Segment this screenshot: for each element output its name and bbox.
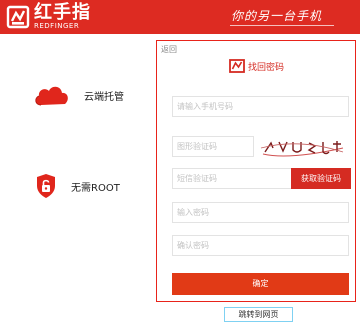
brand-name-en: REDFINGER: [34, 22, 80, 30]
feature-label-root: 无需ROOT: [71, 182, 120, 194]
sms-code-input[interactable]: [172, 168, 301, 189]
brand-logo[interactable]: 红手指 REDFINGER: [6, 2, 91, 32]
slogan: 你的另一台手机: [231, 9, 323, 23]
confirm-password-input[interactable]: [172, 235, 349, 256]
reset-password-panel: 返回 找回密码 获取验证码 确定: [156, 40, 356, 302]
phone-input[interactable]: [172, 96, 349, 117]
header-bar: 红手指 REDFINGER 你的另一台手机: [0, 0, 360, 34]
panel-title-wrap: 找回密码: [229, 59, 284, 73]
page: 红手指 REDFINGER 你的另一台手机 云端托管 无需ROOT 返回 找回密…: [0, 0, 360, 326]
brand-name-cn: 红手指: [34, 2, 91, 23]
reset-password-icon: [229, 59, 245, 73]
brand-text: 红手指 REDFINGER: [34, 4, 91, 30]
captcha-input[interactable]: [172, 136, 254, 157]
cloud-icon: [35, 86, 68, 106]
get-sms-code-button[interactable]: 获取验证码: [291, 168, 351, 189]
unlock-shield-icon: [37, 174, 55, 198]
jump-to-web-button[interactable]: 跳转到网页: [224, 307, 293, 322]
captcha-image[interactable]: [259, 134, 345, 158]
feature-cloud-hosting: 云端托管: [33, 83, 124, 107]
panel-title: 找回密码: [248, 62, 285, 73]
feature-label-cloud: 云端托管: [84, 91, 124, 103]
redfinger-logo-icon: [6, 5, 30, 29]
submit-button[interactable]: 确定: [172, 273, 349, 295]
feature-no-root: 无需ROOT: [35, 173, 120, 199]
slogan-underline: [230, 25, 334, 26]
back-link[interactable]: 返回: [161, 44, 177, 55]
password-input[interactable]: [172, 202, 349, 223]
